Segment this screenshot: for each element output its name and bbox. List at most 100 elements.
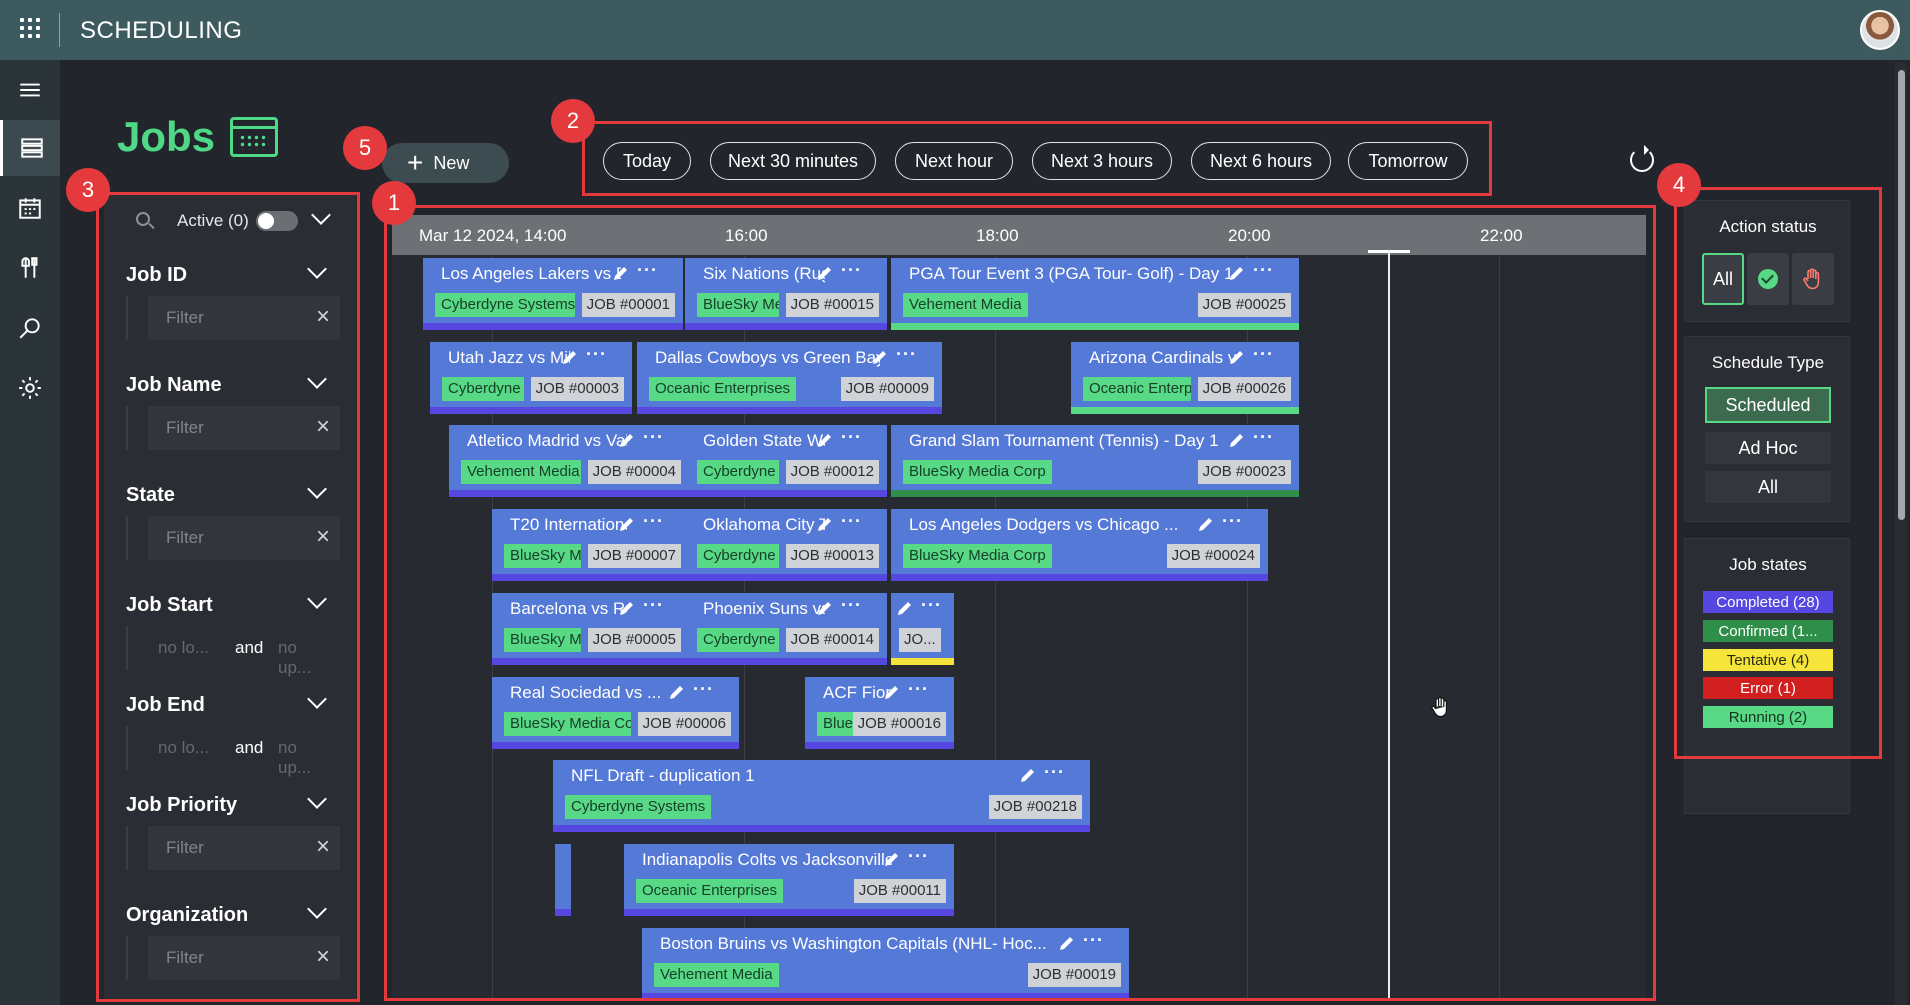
edit-pencil-icon[interactable]	[815, 430, 835, 450]
edit-pencil-icon[interactable]	[1018, 765, 1038, 785]
edit-pencil-icon[interactable]	[815, 598, 835, 618]
clear-icon[interactable]: ×	[316, 525, 330, 549]
range-next-6-hours-button[interactable]: Next 6 hours	[1191, 142, 1331, 180]
nav-item-tools[interactable]	[0, 240, 60, 296]
job-id-filter-input[interactable]: Filter ×	[126, 296, 340, 340]
search-icon[interactable]	[136, 212, 150, 226]
edit-pencil-icon[interactable]	[815, 514, 835, 534]
app-launcher-icon[interactable]	[20, 18, 40, 38]
more-options-icon[interactable]: ···	[1083, 930, 1104, 951]
job-state-confirmed[interactable]: Confirmed (1...	[1703, 620, 1833, 642]
edit-pencil-icon[interactable]	[611, 263, 631, 283]
chevron-down-icon[interactable]	[307, 899, 327, 919]
range-high-input[interactable]: no up...	[278, 738, 334, 778]
job-bar[interactable]: Los Angeles Dodgers vs Chicago ... ··· Blu…	[891, 509, 1268, 581]
edit-pencil-icon[interactable]	[1227, 430, 1247, 450]
edit-pencil-icon[interactable]	[815, 263, 835, 283]
action-check-button[interactable]	[1747, 253, 1789, 305]
chevron-down-icon[interactable]	[307, 369, 327, 389]
clear-icon[interactable]: ×	[316, 835, 330, 859]
job-bar[interactable]: Dallas Cowboys vs Green Bay Pack... ··· Oc…	[637, 342, 942, 414]
chevron-down-icon[interactable]	[311, 205, 331, 225]
job-bar[interactable]: Grand Slam Tournament (Tennis) - Day 1 ··…	[891, 425, 1299, 497]
job-name-filter-input[interactable]: Filter ×	[126, 406, 340, 450]
job-bar[interactable]: T20 International (... ··· BlueSky Media C…	[492, 509, 689, 581]
range-next-3-hours-button[interactable]: Next 3 hours	[1032, 142, 1172, 180]
edit-pencil-icon[interactable]	[1227, 347, 1247, 367]
job-state-tentative[interactable]: Tentative (4)	[1703, 649, 1833, 671]
job-bar[interactable]: ··· JO...	[891, 593, 954, 665]
more-options-icon[interactable]: ···	[921, 595, 942, 616]
range-high-input[interactable]: no up...	[278, 638, 334, 678]
chevron-down-icon[interactable]	[307, 589, 327, 609]
range-low-input[interactable]: no lo...	[158, 738, 209, 758]
job-bar[interactable]: Los Angeles Lakers vs Broo... ··· Cyberdyn…	[423, 258, 683, 330]
job-bar[interactable]: Atletico Madrid vs Vale... ··· Vehement Me…	[449, 425, 689, 497]
more-options-icon[interactable]: ···	[841, 427, 862, 448]
edit-pencil-icon[interactable]	[1227, 263, 1247, 283]
edit-pencil-icon[interactable]	[560, 347, 580, 367]
job-bar[interactable]: ACF Fiorentina vs ...···BlueSky Media Co…	[805, 677, 954, 749]
more-options-icon[interactable]: ···	[896, 344, 917, 365]
job-bar[interactable]: Oklahoma City Th... ··· Cyberdyne SystemsJ…	[685, 509, 887, 581]
nav-item-settings[interactable]	[0, 360, 60, 416]
job-state-completed[interactable]: Completed (28)	[1703, 591, 1833, 613]
action-stop-button[interactable]	[1792, 253, 1834, 305]
more-options-icon[interactable]: ···	[1222, 511, 1243, 532]
organization-filter-input[interactable]: Filter ×	[126, 936, 340, 980]
edit-pencil-icon[interactable]	[870, 347, 890, 367]
job-state-running[interactable]: Running (2)	[1703, 706, 1833, 728]
range-next-hour-button[interactable]: Next hour	[895, 142, 1013, 180]
job-state-error[interactable]: Error (1)	[1703, 677, 1833, 699]
edit-pencil-icon[interactable]	[882, 682, 902, 702]
chevron-down-icon[interactable]	[307, 479, 327, 499]
edit-pencil-icon[interactable]	[1057, 933, 1077, 953]
range-low-input[interactable]: no lo...	[158, 638, 209, 658]
range-tomorrow-button[interactable]: Tomorrow	[1348, 142, 1468, 180]
hamburger-icon[interactable]	[0, 62, 60, 118]
new-job-button[interactable]: + New	[382, 143, 509, 183]
job-bar[interactable]: Barcelona vs Real ... ··· BlueSky Media Co…	[492, 593, 689, 665]
range-next-30-minutes-button[interactable]: Next 30 minutes	[710, 142, 876, 180]
more-options-icon[interactable]: ···	[1253, 260, 1274, 281]
chevron-down-icon[interactable]	[307, 259, 327, 279]
more-options-icon[interactable]: ···	[908, 679, 929, 700]
chevron-down-icon[interactable]	[307, 789, 327, 809]
nav-item-search[interactable]	[0, 300, 60, 356]
page-scrollbar-thumb[interactable]	[1898, 70, 1905, 520]
action-all-button[interactable]: All	[1702, 253, 1744, 305]
more-options-icon[interactable]: ···	[1044, 762, 1065, 783]
job-bar[interactable]: Boston Bruins vs Washington Capitals (NH…	[642, 928, 1129, 1000]
job-bar[interactable]: Real Sociedad vs ... ··· BlueSky Media Cor…	[492, 677, 739, 749]
more-options-icon[interactable]: ···	[841, 595, 862, 616]
schedule-type-ad-hoc[interactable]: Ad Hoc	[1705, 432, 1831, 464]
job-bar[interactable]: Phoenix Suns vs D... ··· Cyberdyne Systems…	[685, 593, 887, 665]
active-toggle[interactable]	[256, 211, 298, 231]
more-options-icon[interactable]: ···	[693, 679, 714, 700]
refresh-icon[interactable]	[1630, 145, 1654, 172]
more-options-icon[interactable]: ···	[643, 427, 664, 448]
clear-icon[interactable]: ×	[316, 305, 330, 329]
schedule-type-all[interactable]: All	[1705, 471, 1831, 503]
more-options-icon[interactable]: ···	[643, 595, 664, 616]
edit-pencil-icon[interactable]	[617, 430, 637, 450]
edit-pencil-icon[interactable]	[895, 598, 915, 618]
nav-item-jobs[interactable]	[0, 120, 60, 176]
edit-pencil-icon[interactable]	[1196, 514, 1216, 534]
edit-pencil-icon[interactable]	[617, 598, 637, 618]
job-bar[interactable]: NFL Draft - duplication 1 ··· Cyberdyne Sy…	[553, 760, 1090, 832]
clear-icon[interactable]: ×	[316, 945, 330, 969]
more-options-icon[interactable]: ···	[841, 260, 862, 281]
job-bar[interactable]: PGA Tour Event 3 (PGA Tour- Golf) - Day …	[891, 258, 1299, 330]
job-bar[interactable]: Utah Jazz vs Milw... ··· Cyberdyne Systems…	[430, 342, 632, 414]
edit-pencil-icon[interactable]	[667, 682, 687, 702]
user-avatar[interactable]	[1860, 10, 1900, 50]
job-bar[interactable]: Indianapolis Colts vs Jacksonville Jagua…	[624, 844, 954, 916]
more-options-icon[interactable]: ···	[586, 344, 607, 365]
nav-item-calendar[interactable]	[0, 180, 60, 236]
job-bar[interactable]: Arizona Cardinals vs New Orleans ... ··· O…	[1071, 342, 1299, 414]
range-today-button[interactable]: Today	[603, 142, 691, 180]
edit-pencil-icon[interactable]	[882, 849, 902, 869]
schedule-type-scheduled[interactable]: Scheduled	[1705, 387, 1831, 423]
more-options-icon[interactable]: ···	[1253, 344, 1274, 365]
